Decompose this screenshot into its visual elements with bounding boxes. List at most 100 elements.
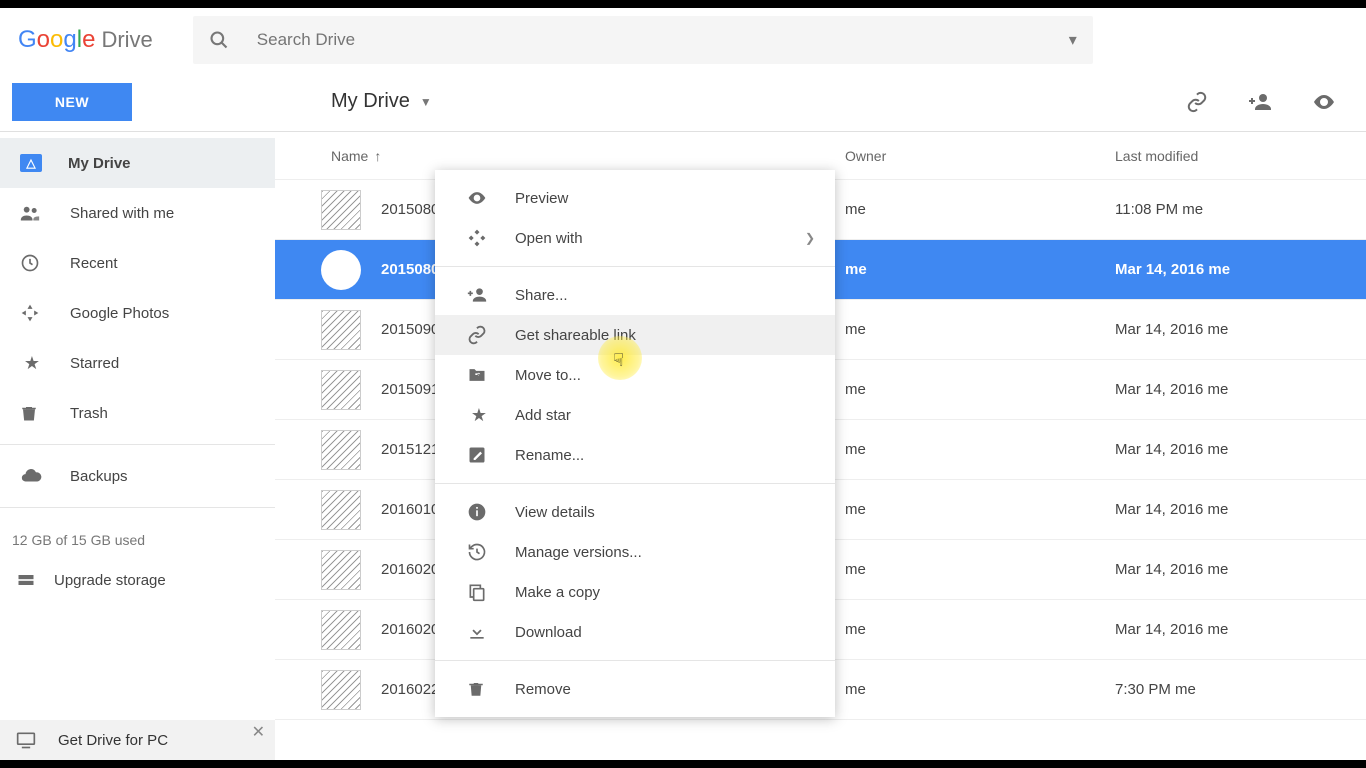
toolbar-actions — [1186, 90, 1366, 114]
file-modified: Mar 14, 2016 me — [1115, 441, 1366, 458]
file-thumbnail — [321, 190, 361, 230]
sidebar-item-label: Trash — [70, 405, 108, 422]
search-bar[interactable]: ▾ — [193, 16, 1093, 64]
clock-icon — [20, 253, 44, 273]
get-drive-promo[interactable]: Get Drive for PC ✕ — [0, 720, 275, 760]
ctx-label: Manage versions... — [515, 544, 642, 561]
toolbar: NEW My Drive ▼ — [0, 72, 1366, 132]
separator — [0, 507, 275, 508]
new-button[interactable]: NEW — [12, 83, 132, 121]
body: △ My Drive Shared with me Recent — [0, 132, 1366, 760]
ctx-manage-versions[interactable]: Manage versions... — [435, 532, 835, 572]
download-icon — [467, 622, 491, 642]
file-owner: me — [845, 681, 1115, 698]
sidebar-item-label: Backups — [70, 468, 128, 485]
sidebar-item-label: Starred — [70, 355, 119, 372]
ctx-move-to[interactable]: Move to... — [435, 355, 835, 395]
ctx-view-details[interactable]: View details — [435, 492, 835, 532]
sidebar-item-label: Google Photos — [70, 305, 169, 322]
main-pane: Name ↑ Owner Last modified 20150804_2me1… — [275, 132, 1366, 760]
sidebar-item-shared[interactable]: Shared with me — [0, 188, 275, 238]
eye-icon[interactable] — [1312, 90, 1336, 114]
trash-icon — [467, 679, 491, 699]
open-with-icon — [467, 228, 491, 248]
file-owner: me — [845, 321, 1115, 338]
ctx-rename[interactable]: Rename... — [435, 435, 835, 475]
separator — [435, 660, 835, 661]
ctx-preview[interactable]: Preview — [435, 178, 835, 218]
sort-arrow-up-icon: ↑ — [374, 148, 381, 164]
file-thumbnail — [321, 250, 361, 290]
file-owner: me — [845, 201, 1115, 218]
letterbox-top — [0, 0, 1366, 8]
search-input[interactable] — [257, 30, 1069, 50]
column-modified[interactable]: Last modified — [1115, 148, 1366, 164]
file-owner: me — [845, 261, 1115, 278]
sidebar-item-recent[interactable]: Recent — [0, 238, 275, 288]
ctx-make-copy[interactable]: Make a copy — [435, 572, 835, 612]
ctx-download[interactable]: Download — [435, 612, 835, 652]
add-person-icon[interactable] — [1248, 90, 1272, 114]
link-icon[interactable] — [1186, 91, 1208, 113]
search-dropdown-icon[interactable]: ▾ — [1069, 30, 1077, 50]
logo-letter: G — [18, 26, 37, 54]
ctx-label: Move to... — [515, 367, 581, 384]
sidebar-item-photos[interactable]: Google Photos — [0, 288, 275, 338]
ctx-get-shareable-link[interactable]: Get shareable link — [435, 315, 835, 355]
file-modified: Mar 14, 2016 me — [1115, 261, 1366, 278]
storage-text: 12 GB of 15 GB used — [0, 514, 275, 560]
drive-icon: △ — [20, 154, 42, 172]
promo-label: Get Drive for PC — [58, 732, 168, 749]
file-thumbnail — [321, 610, 361, 650]
upgrade-label: Upgrade storage — [54, 572, 166, 589]
location-label: My Drive — [331, 90, 410, 113]
ctx-add-star[interactable]: ★ Add star — [435, 395, 835, 435]
file-thumbnail — [321, 430, 361, 470]
logo-product: Drive — [101, 27, 152, 53]
file-owner: me — [845, 441, 1115, 458]
sidebar-item-backups[interactable]: Backups — [0, 451, 275, 501]
search-icon — [209, 30, 229, 50]
separator — [435, 266, 835, 267]
column-name[interactable]: Name ↑ — [275, 148, 845, 164]
column-owner[interactable]: Owner — [845, 148, 1115, 164]
location-dropdown[interactable]: My Drive ▼ — [275, 90, 432, 113]
ctx-label: Download — [515, 624, 582, 641]
trash-icon — [20, 403, 44, 423]
sidebar-item-starred[interactable]: ★ Starred — [0, 338, 275, 388]
context-menu: Preview Open with ❯ Share... — [435, 170, 835, 717]
file-thumbnail — [321, 310, 361, 350]
file-modified: Mar 14, 2016 me — [1115, 381, 1366, 398]
add-person-icon — [467, 285, 491, 305]
ctx-label: Add star — [515, 407, 571, 424]
eye-icon — [467, 188, 491, 208]
upgrade-storage-link[interactable]: Upgrade storage — [0, 560, 275, 600]
file-owner: me — [845, 381, 1115, 398]
logo-letter: o — [50, 26, 63, 54]
ctx-label: View details — [515, 504, 595, 521]
app-root: Google Drive ▾ NEW My Drive ▼ — [0, 8, 1366, 760]
storage-icon — [16, 570, 36, 590]
sidebar-item-label: Shared with me — [70, 205, 174, 222]
separator — [435, 483, 835, 484]
nav-group-main: △ My Drive Shared with me Recent — [0, 132, 275, 438]
file-thumbnail — [321, 670, 361, 710]
ctx-share[interactable]: Share... — [435, 275, 835, 315]
ctx-label: Share... — [515, 287, 568, 304]
file-modified: Mar 14, 2016 me — [1115, 501, 1366, 518]
sidebar-item-label: Recent — [70, 255, 118, 272]
link-icon — [467, 325, 491, 345]
ctx-open-with[interactable]: Open with ❯ — [435, 218, 835, 258]
ctx-remove[interactable]: Remove — [435, 669, 835, 709]
people-icon — [20, 203, 44, 223]
file-thumbnail — [321, 490, 361, 530]
close-icon[interactable]: ✕ — [252, 722, 265, 742]
star-icon: ★ — [467, 405, 491, 426]
logo[interactable]: Google Drive — [12, 26, 153, 54]
ctx-label: Get shareable link — [515, 327, 636, 344]
letterbox-bottom — [0, 760, 1366, 768]
file-modified: 11:08 PM me — [1115, 201, 1366, 218]
sidebar-item-trash[interactable]: Trash — [0, 388, 275, 438]
ctx-label: Remove — [515, 681, 571, 698]
sidebar-item-my-drive[interactable]: △ My Drive — [0, 138, 275, 188]
